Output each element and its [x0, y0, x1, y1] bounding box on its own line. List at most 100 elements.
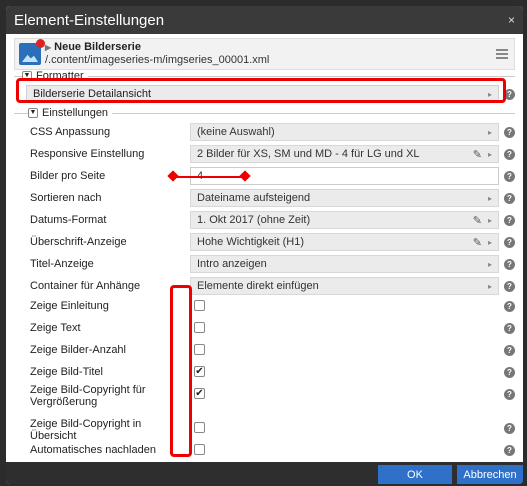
setting-label: Sortieren nach [30, 192, 102, 204]
ok-button[interactable]: OK [378, 465, 452, 484]
pencil-icon[interactable]: ✎ [473, 148, 482, 161]
setting-row: Datums-Format 1. Okt 2017 (ohne Zeit) ✎ ▸? [22, 210, 523, 230]
menu-icon[interactable] [496, 47, 508, 61]
setting-value: 1. Okt 2017 (ohne Zeit) [197, 214, 311, 226]
setting-select[interactable]: Dateiname aufsteigend ▸ [190, 189, 499, 207]
dropdown-arrow-icon: ▸ [487, 89, 492, 99]
setting-value: Hohe Wichtigkeit (H1) [197, 236, 304, 248]
setting-row: Sortieren nach Dateiname aufsteigend ▸? [22, 188, 523, 208]
setting-row: Zeige Bild-Copyright für Vergrößerung ✔? [22, 384, 523, 408]
setting-row: Automatisches nachladen? [22, 440, 523, 460]
setting-value: Elemente direkt einfügen [197, 280, 319, 292]
help-icon[interactable]: ? [504, 127, 515, 138]
setting-checkbox[interactable]: ✔ [194, 388, 205, 399]
setting-row: Überschrift-Anzeige Hohe Wichtigkeit (H1)… [22, 232, 523, 252]
formatter-heading[interactable]: ▼ Formatter [22, 70, 88, 82]
dialog-titlebar: Element-Einstellungen × [6, 6, 523, 34]
close-icon[interactable]: × [508, 13, 515, 27]
setting-checkbox[interactable] [194, 444, 205, 455]
dropdown-arrow-icon: ▸ [487, 193, 492, 203]
resource-name: Neue Bilderserie [54, 41, 141, 53]
dialog-title: Element-Einstellungen [14, 11, 165, 29]
setting-value: (keine Auswahl) [197, 126, 275, 138]
setting-row: Zeige Bild-Titel ✔? [22, 362, 523, 382]
setting-row: Responsive Einstellung 2 Bilder für XS, S… [22, 144, 523, 164]
setting-label: Datums-Format [30, 214, 107, 226]
setting-row: Zeige Bilder-Anzahl? [22, 340, 523, 360]
dropdown-arrow-icon: ▸ [487, 215, 492, 225]
setting-row: Zeige Bild-Copyright in Übersicht? [22, 418, 523, 442]
setting-label: Container für Anhänge [30, 280, 141, 292]
resource-info: ▶ Neue Bilderserie /.content/imageseries-… [14, 38, 515, 70]
status-dot [36, 39, 45, 48]
help-icon[interactable]: ? [504, 149, 515, 160]
setting-select[interactable]: 2 Bilder für XS, SM und MD - 4 für LG un… [190, 145, 499, 163]
setting-label: Überschrift-Anzeige [30, 236, 127, 248]
formatter-select[interactable]: Bilderserie Detailansicht ▸ [26, 85, 499, 103]
dropdown-arrow-icon: ▸ [487, 281, 492, 291]
help-icon[interactable]: ? [504, 281, 515, 292]
pencil-icon[interactable]: ✎ [473, 236, 482, 249]
dropdown-arrow-icon: ▸ [487, 149, 492, 159]
setting-select[interactable]: Intro anzeigen ▸ [190, 255, 499, 273]
collapse-toggle-icon[interactable]: ▼ [28, 108, 38, 118]
setting-label: Responsive Einstellung [30, 148, 145, 160]
formatter-divider [14, 76, 515, 77]
setting-label: Zeige Einleitung [30, 300, 109, 312]
help-icon[interactable]: ? [504, 259, 515, 270]
setting-row: Zeige Text? [22, 318, 523, 338]
settings-heading-label: Einstellungen [42, 107, 109, 119]
help-icon[interactable]: ? [504, 171, 515, 182]
help-icon[interactable]: ? [504, 389, 515, 400]
setting-label: Zeige Bild-Titel [30, 366, 103, 378]
setting-label: Zeige Bild-Copyright in Übersicht [30, 418, 142, 442]
formatter-select-value: Bilderserie Detailansicht [33, 88, 151, 100]
mountain-shape [22, 54, 38, 62]
help-icon[interactable]: ? [504, 367, 515, 378]
resource-path: /.content/imageseries-m/imgseries_00001.… [45, 54, 270, 66]
dialog-body: ▶ Neue Bilderserie /.content/imageseries-… [6, 34, 523, 462]
setting-select[interactable]: 1. Okt 2017 (ohne Zeit) ✎ ▸ [190, 211, 499, 229]
setting-select[interactable]: Elemente direkt einfügen ▸ [190, 277, 499, 295]
setting-checkbox[interactable] [194, 344, 205, 355]
setting-checkbox[interactable] [194, 422, 205, 433]
setting-checkbox[interactable]: ✔ [194, 366, 205, 377]
help-icon[interactable]: ? [504, 323, 515, 334]
help-icon[interactable]: ? [504, 423, 515, 434]
expand-triangle-icon[interactable]: ▶ [45, 43, 51, 52]
setting-value: Dateiname aufsteigend [197, 192, 311, 204]
image-gallery-icon [19, 39, 45, 65]
cancel-button[interactable]: Abbrechen [457, 465, 523, 484]
setting-label: Titel-Anzeige [30, 258, 94, 270]
setting-label: CSS Anpassung [30, 126, 111, 138]
setting-label: Zeige Bilder-Anzahl [30, 344, 126, 356]
setting-value: Intro anzeigen [197, 258, 267, 270]
dropdown-arrow-icon: ▸ [487, 237, 492, 247]
help-icon[interactable]: ? [504, 445, 515, 456]
help-icon[interactable]: ? [504, 89, 515, 100]
help-icon[interactable]: ? [504, 215, 515, 226]
formatter-heading-label: Formatter [36, 70, 84, 82]
dropdown-arrow-icon: ▸ [487, 127, 492, 137]
collapse-toggle-icon[interactable]: ▼ [22, 71, 32, 81]
help-icon[interactable]: ? [504, 301, 515, 312]
setting-checkbox[interactable] [194, 300, 205, 311]
pencil-icon[interactable]: ✎ [473, 214, 482, 227]
help-icon[interactable]: ? [504, 345, 515, 356]
width-arrow-marker [167, 170, 251, 182]
setting-row: Bilder pro Seite4? [22, 166, 523, 186]
setting-label: Zeige Text [30, 322, 81, 334]
help-icon[interactable]: ? [504, 193, 515, 204]
setting-label: Bilder pro Seite [30, 170, 106, 182]
settings-dialog: Element-Einstellungen × ▶ Neue Bilderseri… [6, 6, 523, 484]
settings-heading[interactable]: ▼ Einstellungen [28, 107, 113, 119]
setting-checkbox[interactable] [194, 322, 205, 333]
help-icon[interactable]: ? [504, 237, 515, 248]
setting-select[interactable]: (keine Auswahl) ▸ [190, 123, 499, 141]
dropdown-arrow-icon: ▸ [487, 259, 492, 269]
setting-row: CSS Anpassung (keine Auswahl) ▸? [22, 122, 523, 142]
setting-label: Automatisches nachladen [30, 444, 156, 456]
setting-select[interactable]: Hohe Wichtigkeit (H1) ✎ ▸ [190, 233, 499, 251]
dialog-footer: OK Abbrechen [6, 462, 523, 484]
setting-row: Container für Anhänge Elemente direkt ein… [22, 276, 523, 296]
